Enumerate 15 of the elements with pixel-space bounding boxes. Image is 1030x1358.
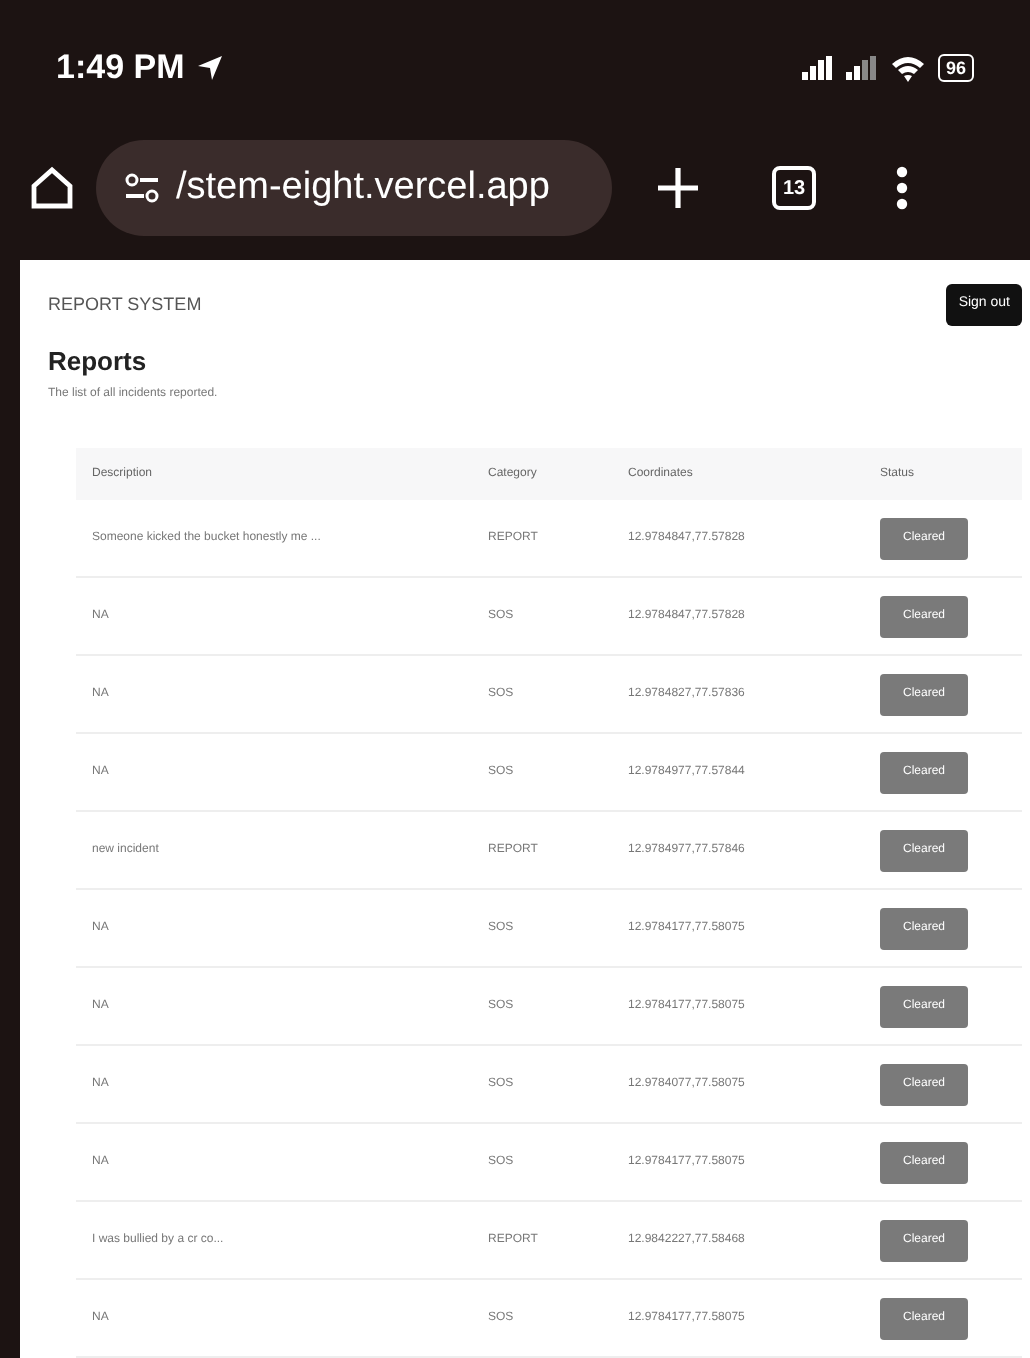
clock-time: 1:49 PM xyxy=(56,46,185,91)
more-icon[interactable] xyxy=(896,166,908,210)
tune-icon[interactable] xyxy=(124,172,160,204)
plus-icon[interactable] xyxy=(656,166,700,210)
signal-icon xyxy=(845,56,878,80)
url-text: /stem-eight.vercel.app xyxy=(176,163,550,212)
send-icon xyxy=(196,54,225,82)
tab-count[interactable]: 13 xyxy=(772,166,816,210)
brand-title: REPORT SYSTEM xyxy=(48,291,202,317)
signal-icon xyxy=(801,56,834,80)
battery-indicator: 96 xyxy=(937,54,974,82)
home-icon[interactable] xyxy=(28,164,76,212)
url-bar[interactable]: /stem-eight.vercel.app xyxy=(96,140,612,236)
page-title: Reports xyxy=(48,343,149,380)
wifi-icon xyxy=(889,54,926,82)
